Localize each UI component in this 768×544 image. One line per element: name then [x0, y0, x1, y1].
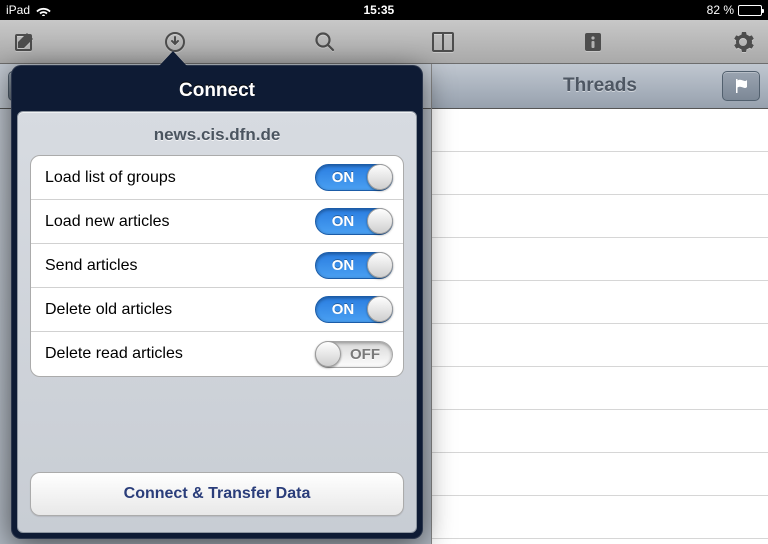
- toggle-switch[interactable]: ON: [315, 164, 393, 191]
- toggle-knob: [315, 341, 341, 367]
- thread-row[interactable]: [432, 109, 768, 152]
- settings-group: Load list of groups ON Load new articles ON…: [30, 155, 404, 377]
- gear-icon[interactable]: [728, 27, 758, 57]
- thread-row[interactable]: [432, 281, 768, 324]
- compose-icon[interactable]: [10, 27, 40, 57]
- device-label: iPad: [6, 3, 30, 17]
- server-label: news.cis.dfn.de: [18, 112, 416, 155]
- toggle-switch[interactable]: ON: [315, 296, 393, 323]
- thread-row[interactable]: [432, 152, 768, 195]
- battery-icon: [738, 5, 762, 16]
- thread-row[interactable]: [432, 367, 768, 410]
- threads-header: Threads: [432, 64, 768, 109]
- toggle-switch[interactable]: ON: [315, 252, 393, 279]
- settings-row-label: Delete old articles: [45, 301, 172, 319]
- threads-title: Threads: [563, 75, 637, 97]
- main-toolbar: [0, 20, 768, 64]
- thread-row[interactable]: [432, 324, 768, 367]
- settings-row-label: Load list of groups: [45, 169, 176, 187]
- search-icon[interactable]: [310, 27, 340, 57]
- status-bar: iPad 15:35 82 %: [0, 0, 768, 20]
- connect-transfer-label: Connect & Transfer Data: [124, 485, 311, 503]
- thread-row[interactable]: [432, 453, 768, 496]
- settings-row-label: Delete read articles: [45, 345, 183, 363]
- toggle-knob: [367, 296, 393, 322]
- toggle-label: ON: [318, 301, 368, 318]
- thread-row[interactable]: [432, 238, 768, 281]
- thread-row[interactable]: [432, 496, 768, 539]
- settings-row: Send articles ON: [31, 244, 403, 288]
- toggle-knob: [367, 208, 393, 234]
- battery-percent: 82 %: [707, 3, 734, 17]
- toggle-switch[interactable]: ON: [315, 208, 393, 235]
- threads-pane: Threads: [432, 64, 768, 544]
- connect-popover: Connect news.cis.dfn.de Load list of gro…: [11, 65, 423, 539]
- thread-row[interactable]: [432, 195, 768, 238]
- clock: 15:35: [51, 3, 707, 17]
- connect-transfer-button[interactable]: Connect & Transfer Data: [30, 472, 404, 516]
- settings-row: Delete read articles OFF: [31, 332, 403, 376]
- toggle-knob: [367, 252, 393, 278]
- columns-icon[interactable]: [428, 27, 458, 57]
- settings-row: Load list of groups ON: [31, 156, 403, 200]
- popover-header: Connect: [17, 71, 417, 111]
- threads-list[interactable]: [432, 109, 768, 544]
- info-icon[interactable]: [578, 27, 608, 57]
- toggle-label: ON: [318, 213, 368, 230]
- toggle-label: ON: [318, 257, 368, 274]
- settings-row-label: Load new articles: [45, 213, 170, 231]
- popover-title: Connect: [179, 80, 255, 102]
- toggle-switch[interactable]: OFF: [315, 341, 393, 368]
- flag-button[interactable]: [722, 71, 760, 101]
- settings-row: Delete old articles ON: [31, 288, 403, 332]
- thread-row[interactable]: [432, 410, 768, 453]
- toggle-knob: [367, 164, 393, 190]
- wifi-icon: [36, 5, 51, 16]
- toggle-label: ON: [318, 169, 368, 186]
- settings-row-label: Send articles: [45, 257, 138, 275]
- toggle-label: OFF: [340, 346, 390, 363]
- settings-row: Load new articles ON: [31, 200, 403, 244]
